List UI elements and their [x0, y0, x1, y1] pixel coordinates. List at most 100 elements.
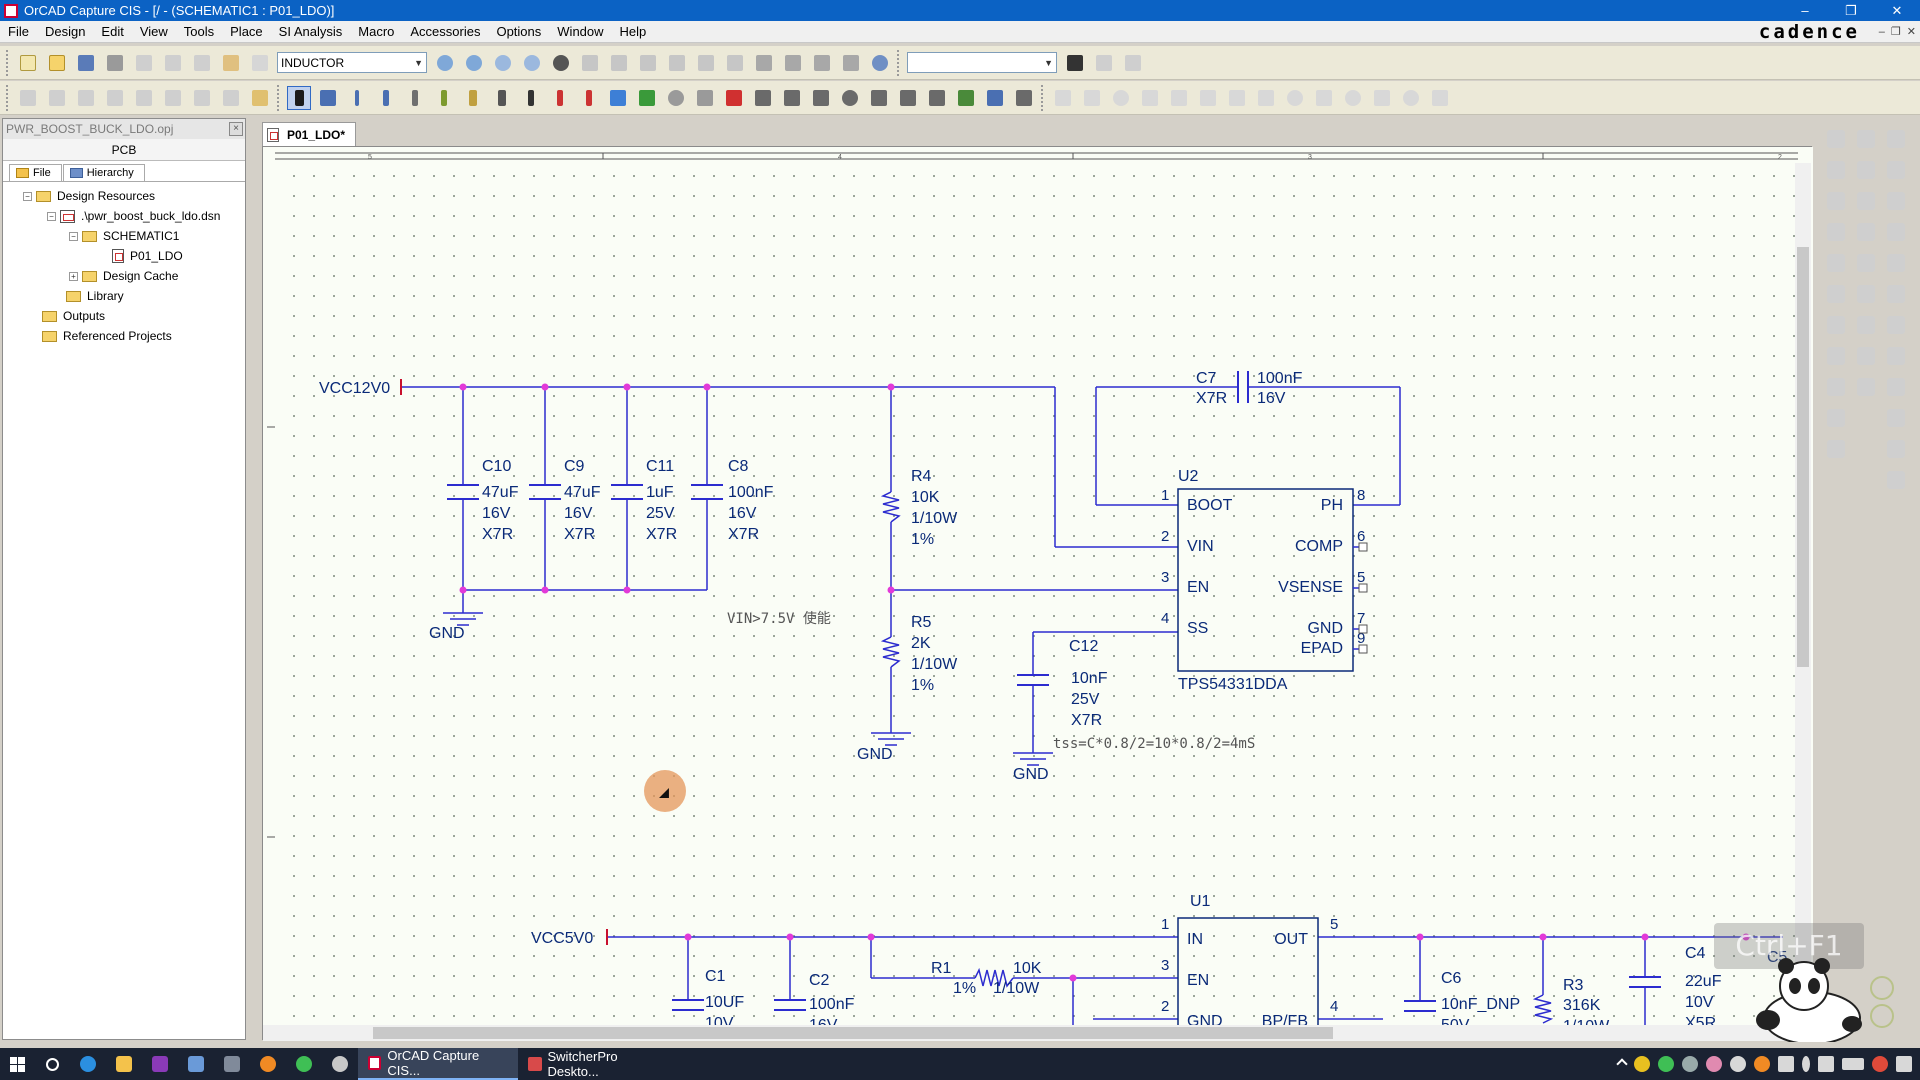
pspice-bias-current-icon[interactable]	[1341, 86, 1365, 110]
c7-ref[interactable]: C7	[1196, 370, 1217, 387]
drag-connected-icon[interactable]	[810, 51, 834, 75]
previous-icon[interactable]	[1092, 51, 1116, 75]
palette-tool-icon[interactable]	[1827, 316, 1845, 334]
pspice-diff-marker-icon[interactable]	[1196, 86, 1220, 110]
keyboard-icon[interactable]	[1842, 1058, 1864, 1070]
c8-value[interactable]: 100nF	[728, 484, 774, 501]
c4-value[interactable]: 22uF	[1685, 973, 1722, 990]
u1-ref[interactable]: U1	[1190, 893, 1211, 910]
c8-voltage[interactable]: 16V	[728, 505, 757, 522]
menu-window[interactable]: Window	[549, 21, 611, 43]
gnd-label[interactable]: GND	[429, 625, 465, 642]
c1-ref[interactable]: C1	[705, 968, 726, 985]
palette-tool-icon[interactable]	[1887, 409, 1905, 427]
align-center-icon[interactable]	[45, 86, 69, 110]
tray-app-icon[interactable]	[1706, 1056, 1722, 1072]
place-part-icon[interactable]	[316, 86, 340, 110]
align-top-icon[interactable]	[103, 86, 127, 110]
palette-tool-icon[interactable]	[1857, 130, 1875, 148]
u2-part-number[interactable]: TPS54331DDA	[1178, 676, 1288, 693]
align-right-icon[interactable]	[74, 86, 98, 110]
orcad-app-icon[interactable]	[4, 3, 18, 18]
tray-cloud-icon[interactable]	[1682, 1056, 1698, 1072]
place-net-alias-icon[interactable]	[519, 86, 543, 110]
doc-close-button[interactable]: ✕	[1907, 21, 1916, 43]
close-button[interactable]: ✕	[1874, 0, 1920, 21]
c7-value[interactable]: 100nF	[1257, 370, 1303, 387]
c1-value[interactable]: 10UF	[705, 994, 744, 1011]
next-icon[interactable]	[1121, 51, 1145, 75]
place-ground-icon[interactable]	[577, 86, 601, 110]
snap-grid-icon[interactable]	[752, 51, 776, 75]
palette-tool-icon[interactable]	[1827, 409, 1845, 427]
toolbar-grip-2[interactable]	[897, 49, 901, 76]
align-bottom-icon[interactable]	[161, 86, 185, 110]
c9-voltage[interactable]: 16V	[564, 505, 593, 522]
menu-macro[interactable]: Macro	[350, 21, 402, 43]
menu-options[interactable]: Options	[488, 21, 549, 43]
c4-voltage[interactable]: 10V	[1685, 994, 1714, 1011]
pspice-run-icon[interactable]	[1109, 86, 1133, 110]
align-middle-icon[interactable]	[132, 86, 156, 110]
pspice-bias-power-icon[interactable]	[1399, 86, 1423, 110]
palette-tool-icon[interactable]	[1887, 130, 1905, 148]
place-rectangle-icon[interactable]	[809, 86, 833, 110]
palette-tool-icon[interactable]	[1827, 347, 1845, 365]
palette-tool-icon[interactable]	[1827, 223, 1845, 241]
palette-tool-icon[interactable]	[1887, 316, 1905, 334]
palette-tool-icon[interactable]	[1887, 254, 1905, 272]
tree-item-referenced-projects[interactable]: Referenced Projects	[3, 326, 245, 346]
view-eye-icon[interactable]	[549, 51, 573, 75]
c4-ref[interactable]: C4	[1685, 945, 1706, 962]
palette-tool-icon[interactable]	[1827, 161, 1845, 179]
bookmark-icon[interactable]	[1012, 86, 1036, 110]
palette-tool-icon[interactable]	[1887, 161, 1905, 179]
tss-note[interactable]: tss=C*0.8/2=10*0.8/2=4mS	[1053, 736, 1255, 752]
menu-accessories[interactable]: Accessories	[402, 21, 488, 43]
palette-tool-icon[interactable]	[1887, 471, 1905, 489]
undo-icon[interactable]	[219, 51, 243, 75]
menu-si-analysis[interactable]: SI Analysis	[271, 21, 351, 43]
c2-value[interactable]: 100nF	[809, 996, 855, 1013]
place-hier-block-icon[interactable]	[606, 86, 630, 110]
pspice-edit-profile-icon[interactable]	[1080, 86, 1104, 110]
place-text-icon[interactable]	[925, 86, 949, 110]
pspice-voltage-marker-icon[interactable]	[1167, 86, 1191, 110]
drc-icon[interactable]	[636, 51, 660, 75]
c12-value[interactable]: 10nF	[1071, 670, 1108, 687]
distribute-vertical-icon[interactable]	[219, 86, 243, 110]
gnd-label[interactable]: GND	[857, 746, 893, 763]
wechat-icon[interactable]	[286, 1048, 322, 1080]
r5-tolerance[interactable]: 1%	[911, 677, 934, 694]
collapse-toggle[interactable]: −	[23, 191, 32, 201]
annotate-icon[interactable]	[578, 51, 602, 75]
c10-dielectric[interactable]: X7R	[482, 526, 513, 543]
close-icon[interactable]: ×	[229, 122, 243, 136]
c6-ref[interactable]: C6	[1441, 970, 1462, 987]
palette-tool-icon[interactable]	[1827, 130, 1845, 148]
menu-design[interactable]: Design	[37, 21, 93, 43]
r1-power[interactable]: 1/10W	[993, 980, 1040, 997]
r4-power[interactable]: 1/10W	[911, 510, 958, 527]
search-combo[interactable]: ▼	[907, 52, 1057, 73]
r1-value[interactable]: 10K	[1013, 960, 1042, 977]
taskbar-orcad[interactable]: OrCAD Capture CIS...	[358, 1048, 518, 1080]
place-hier-port-icon[interactable]	[635, 86, 659, 110]
r3-value[interactable]: 316K	[1563, 997, 1601, 1014]
collapse-toggle[interactable]: −	[69, 231, 78, 241]
palette-tool-icon[interactable]	[1887, 440, 1905, 458]
bom-icon[interactable]	[723, 51, 747, 75]
c12-voltage[interactable]: 25V	[1071, 691, 1100, 708]
c12-dielectric[interactable]: X7R	[1071, 712, 1102, 729]
tree-item-library[interactable]: Library	[3, 286, 245, 306]
c11-ref[interactable]: C11	[646, 458, 674, 475]
palette-tool-icon[interactable]	[1827, 285, 1845, 303]
vin-enable-note[interactable]: VIN>7.5V 使能	[727, 610, 831, 627]
calculator-icon[interactable]	[214, 1048, 250, 1080]
place-hier-pin-icon[interactable]	[664, 86, 688, 110]
expand-toggle[interactable]: +	[69, 271, 78, 281]
netlist-icon[interactable]	[665, 51, 689, 75]
tab-p01-ldo[interactable]: P01_LDO*	[262, 122, 357, 146]
cross-reference-icon[interactable]	[694, 51, 718, 75]
app-icon[interactable]	[178, 1048, 214, 1080]
